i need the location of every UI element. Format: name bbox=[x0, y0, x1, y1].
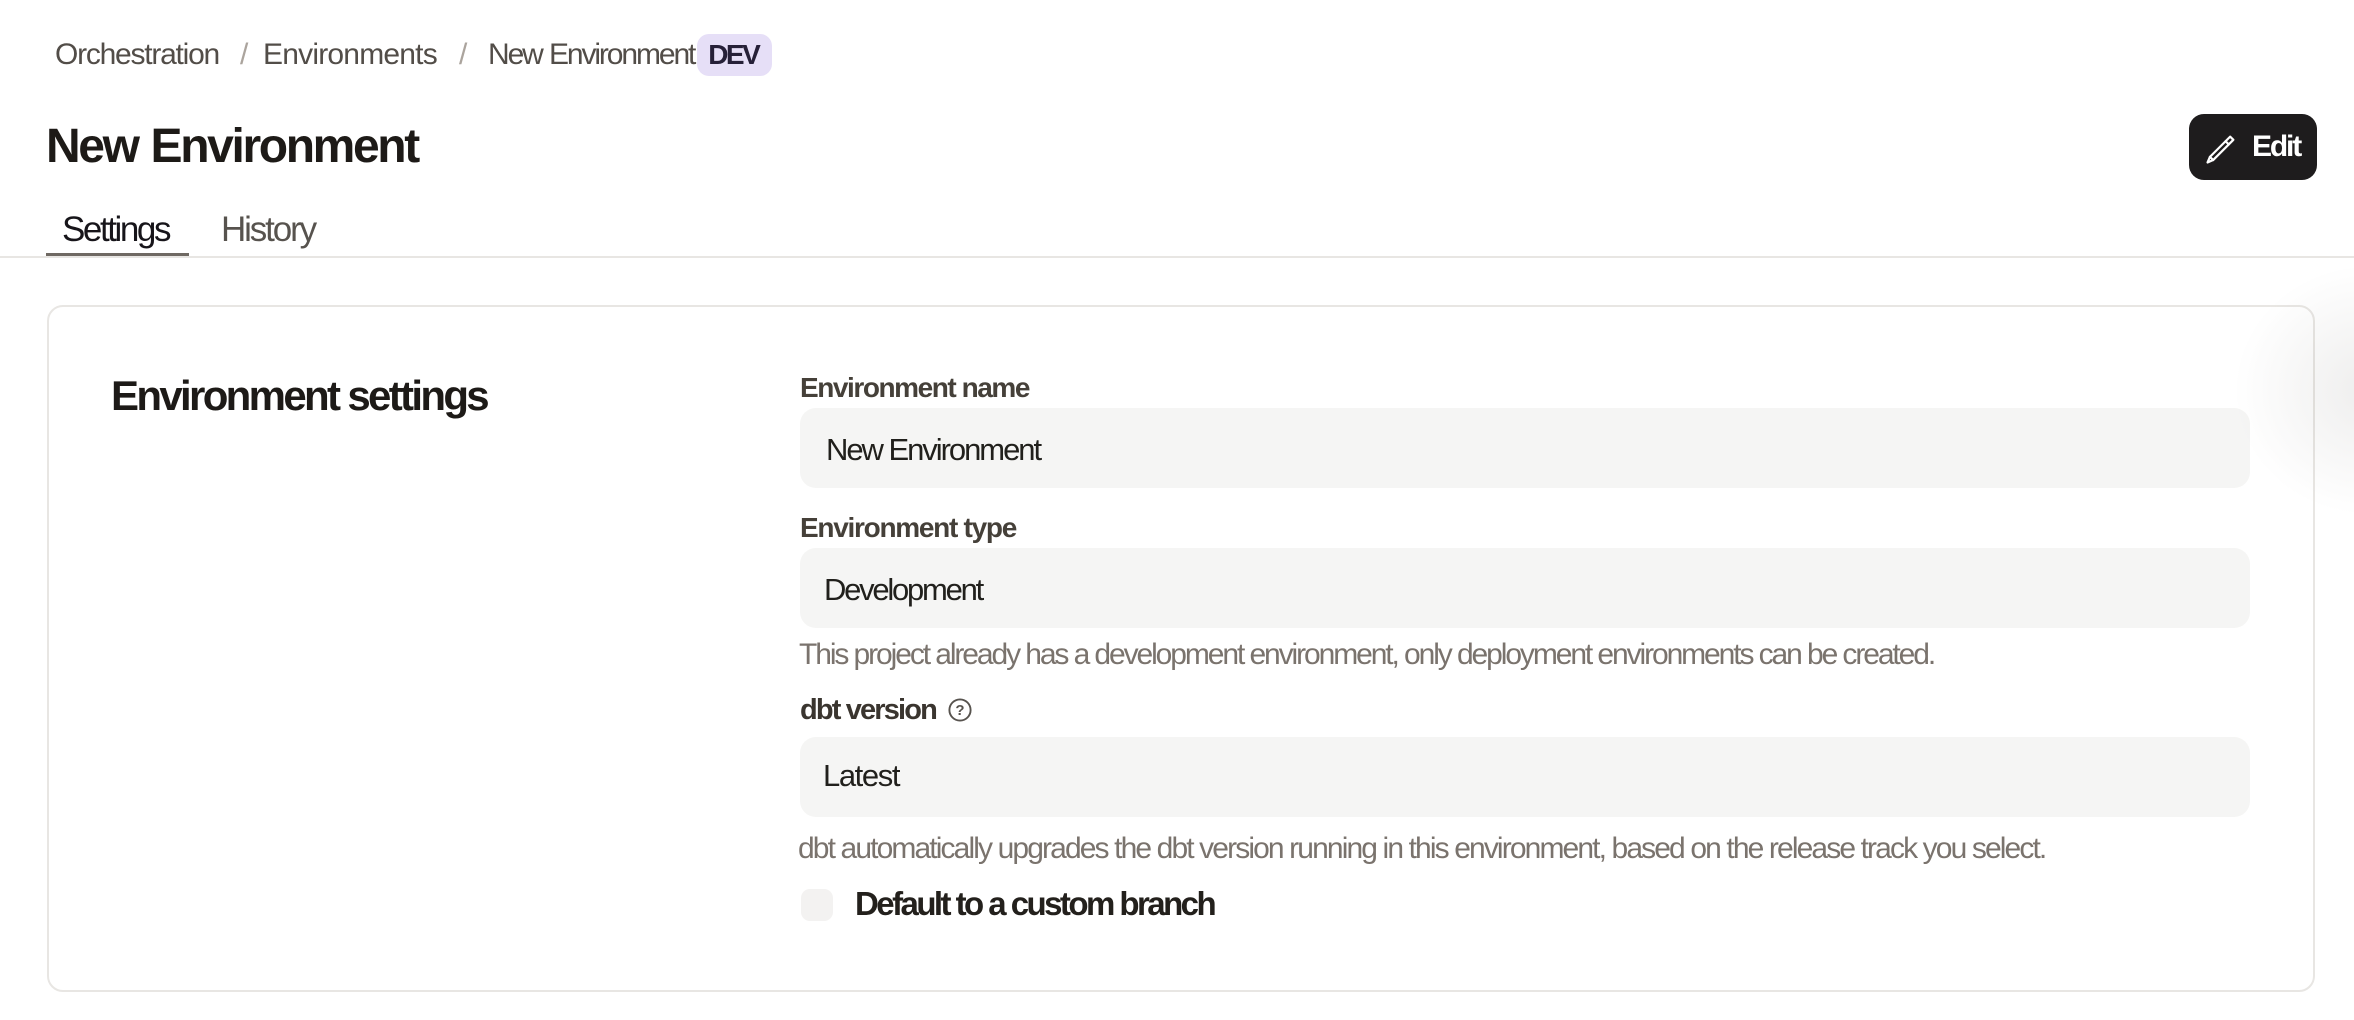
svg-text:?: ? bbox=[955, 702, 964, 719]
